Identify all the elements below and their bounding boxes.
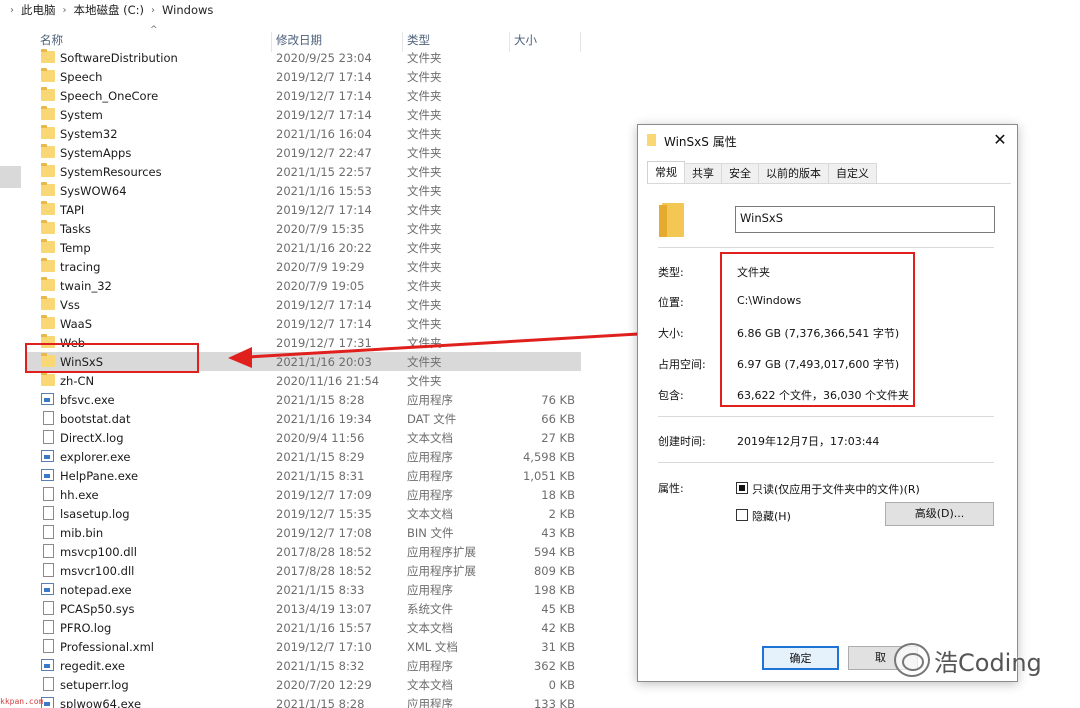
attributes-label: 属性:: [658, 482, 684, 495]
properties-dialog: WinSxS 属性 ✕ 常规 共享 安全 以前的版本 自定义 WinSxS 类型…: [637, 124, 1018, 682]
corner-watermark: kkpan.com: [0, 697, 44, 706]
tab-previous-versions[interactable]: 以前的版本: [758, 163, 829, 183]
contains-label: 包含:: [658, 389, 684, 402]
tab-sharing[interactable]: 共享: [684, 163, 722, 183]
location-label: 位置:: [658, 296, 684, 309]
readonly-label[interactable]: 只读(仅应用于文件夹中的文件)(R): [752, 481, 920, 497]
wechat-logo-icon: [894, 643, 930, 677]
watermark-text: 浩Coding: [934, 648, 1042, 677]
divider: [658, 247, 994, 248]
dialog-title: WinSxS 属性: [664, 135, 737, 149]
readonly-checkbox[interactable]: [736, 482, 748, 494]
created-label: 创建时间:: [658, 435, 706, 448]
created-value: 2019年12月7日，17:03:44: [737, 435, 880, 448]
ok-button[interactable]: 确定: [762, 646, 839, 670]
tab-divider: [647, 183, 1011, 184]
size-on-disk-label: 占用空间:: [658, 358, 706, 371]
watermark: 浩Coding: [894, 640, 1042, 680]
hidden-label[interactable]: 隐藏(H): [752, 508, 791, 524]
divider: [658, 462, 994, 463]
close-icon[interactable]: ✕: [989, 129, 1011, 151]
dialog-titlebar[interactable]: WinSxS 属性 ✕: [638, 125, 1017, 155]
tab-strip: 常规 共享 安全 以前的版本 自定义: [647, 161, 877, 183]
size-label: 大小:: [658, 327, 684, 340]
tab-security[interactable]: 安全: [721, 163, 759, 183]
tab-general[interactable]: 常规: [647, 161, 685, 183]
type-label: 类型:: [658, 266, 684, 279]
large-folder-icon: [659, 203, 684, 237]
tab-customize[interactable]: 自定义: [828, 163, 877, 183]
folder-name-field[interactable]: WinSxS: [735, 206, 995, 233]
advanced-button[interactable]: 高级(D)...: [885, 502, 994, 526]
divider: [658, 416, 994, 417]
hidden-checkbox[interactable]: [736, 509, 748, 521]
folder-icon: [647, 134, 656, 146]
annotation-highlight-box: [720, 252, 915, 407]
